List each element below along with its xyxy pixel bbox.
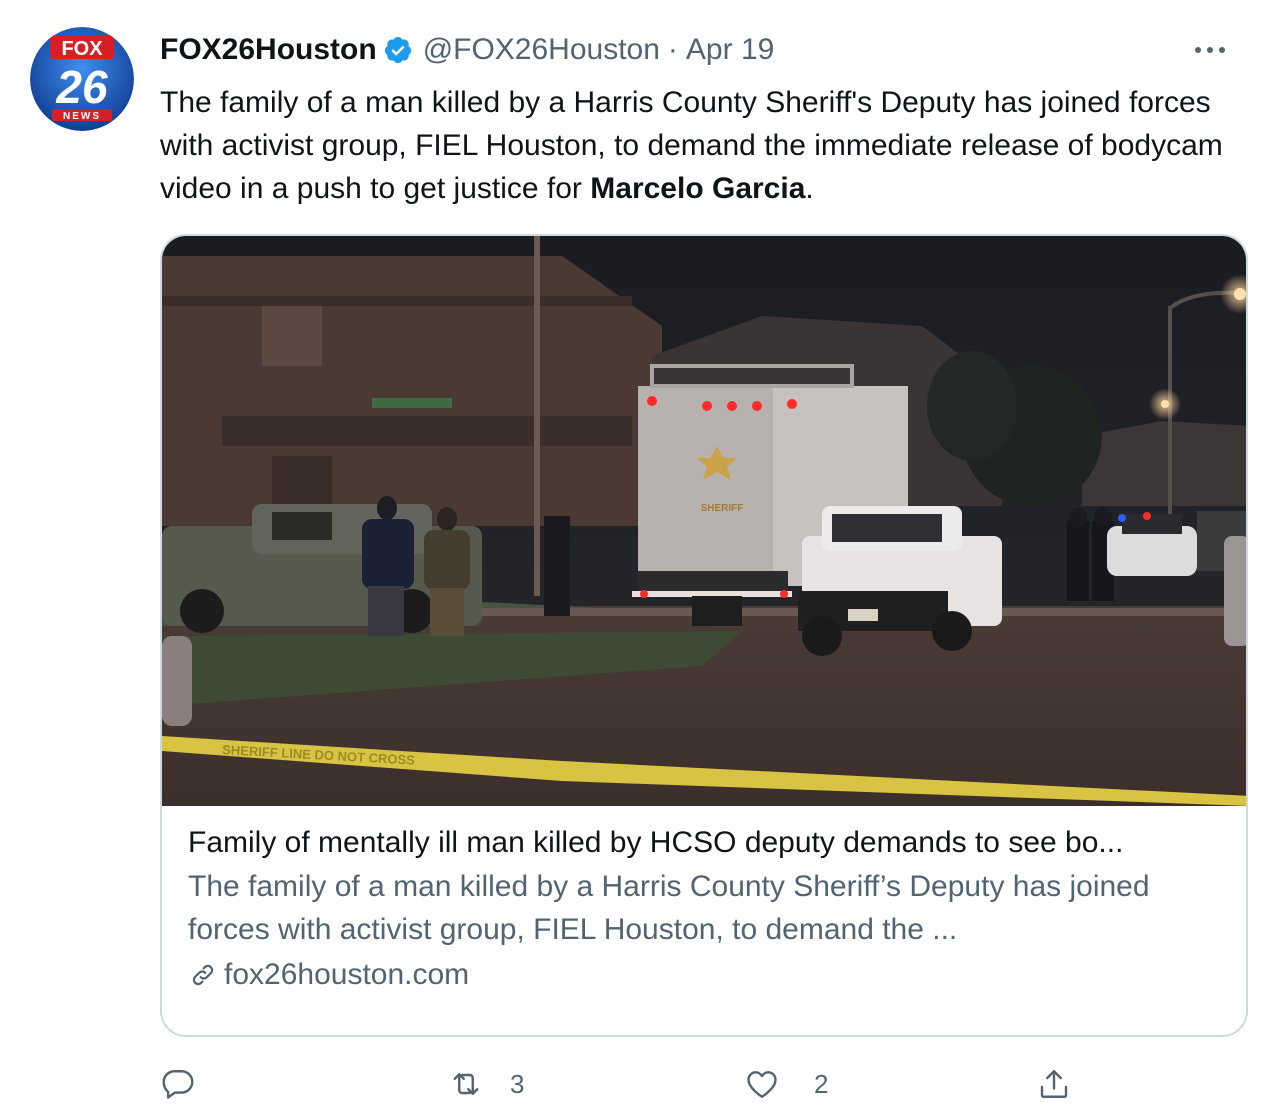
tweet-date[interactable]: Apr 19 [686, 33, 774, 67]
truck-label: SHERIFF [701, 503, 744, 514]
reply-icon [162, 1070, 194, 1099]
tweet-actions: 3 2 [160, 1062, 1160, 1106]
tweet-text-bold: Marcelo Garcia [590, 172, 806, 205]
tweet-text-end: . [805, 172, 814, 205]
retweet-button[interactable]: 3 [448, 1062, 524, 1106]
tweet-text: The family of a man killed by a Harris C… [160, 81, 1240, 210]
retweet-icon [453, 1073, 479, 1095]
share-button[interactable] [1036, 1062, 1072, 1106]
share-icon [1040, 1070, 1068, 1098]
like-count: 2 [814, 1068, 829, 1099]
retweet-count: 3 [510, 1068, 525, 1099]
avatar-logo-top: FOX [61, 38, 103, 60]
card-title: Family of mentally ill man killed by HCS… [188, 826, 1124, 859]
avatar-logo-number: 26 [55, 61, 108, 113]
tweet-header: FOX26Houston @FOX26Houston · Apr 19 [160, 30, 1250, 70]
card-domain-text: fox26houston.com [224, 958, 470, 991]
author-handle[interactable]: @FOX26Houston [423, 33, 660, 67]
like-icon [747, 1071, 777, 1098]
verified-badge-icon [384, 36, 411, 64]
card-domain: fox26houston.com [188, 953, 1216, 997]
more-icon[interactable] [1190, 34, 1230, 66]
like-button[interactable]: 2 [744, 1062, 828, 1106]
avatar-logo-bottom: NEWS [63, 111, 101, 122]
author-name[interactable]: FOX26Houston [160, 33, 377, 67]
reply-button[interactable] [160, 1062, 220, 1106]
avatar[interactable]: FOX 26 NEWS [30, 27, 134, 131]
card-description: The family of a man killed by a Harris C… [188, 870, 1150, 946]
link-icon [192, 964, 214, 986]
card-body: Family of mentally ill man killed by HCS… [188, 821, 1216, 997]
fox26-logo: FOX 26 NEWS [30, 27, 134, 131]
header-separator: · [667, 33, 678, 66]
card-image: SHERIFF SHERIFF LINE DO NOT CROSS [162, 236, 1246, 806]
link-card[interactable]: SHERIFF SHERIFF LINE DO NOT CROSS Family [160, 234, 1248, 1037]
